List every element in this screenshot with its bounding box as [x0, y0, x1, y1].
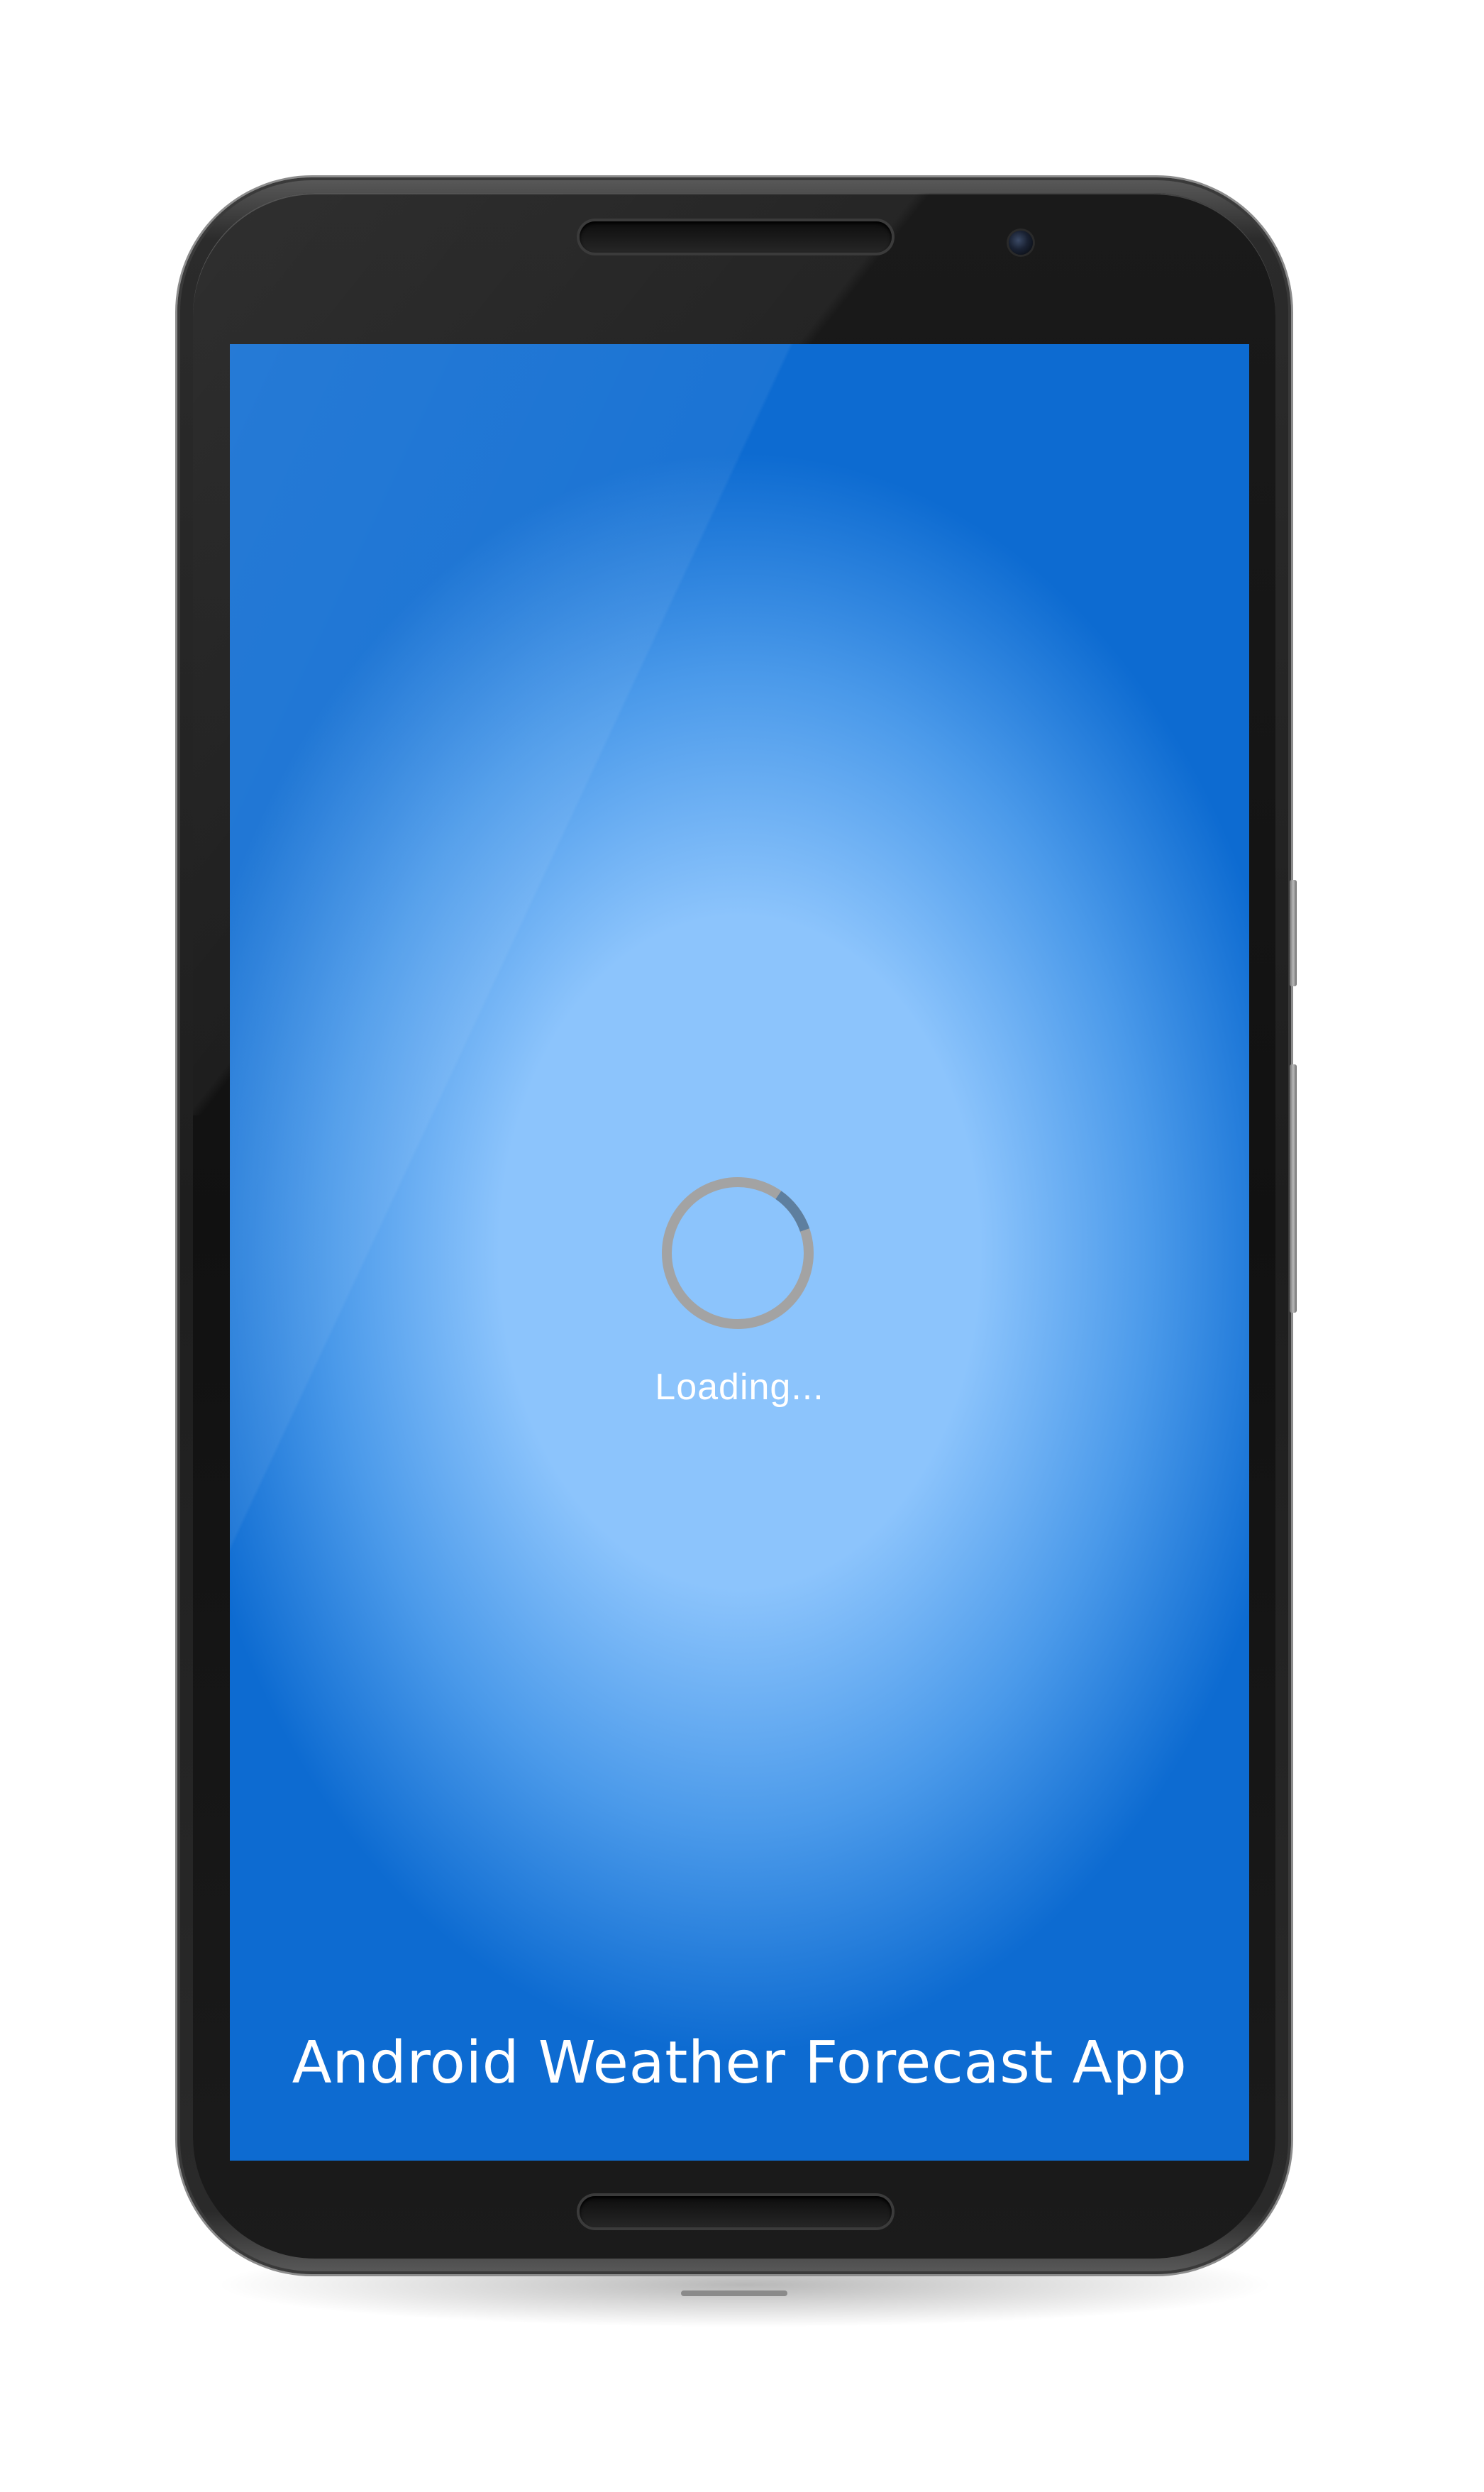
power-button	[1290, 1064, 1297, 1313]
progress-spinner-icon	[655, 1171, 820, 1335]
bottom-speaker-grille	[580, 2196, 892, 2227]
stage: Loading... Android Weather Forecast App	[0, 0, 1484, 2492]
top-speaker-grille	[580, 221, 892, 253]
loading-label: Loading...	[655, 1367, 824, 1408]
bottom-port	[681, 2290, 787, 2296]
app-title: Android Weather Forecast App	[292, 2029, 1187, 2097]
app-screen: Loading... Android Weather Forecast App	[230, 344, 1249, 2161]
front-camera-icon	[1009, 231, 1033, 255]
volume-button	[1290, 880, 1297, 986]
spinner-arc	[775, 1191, 810, 1232]
